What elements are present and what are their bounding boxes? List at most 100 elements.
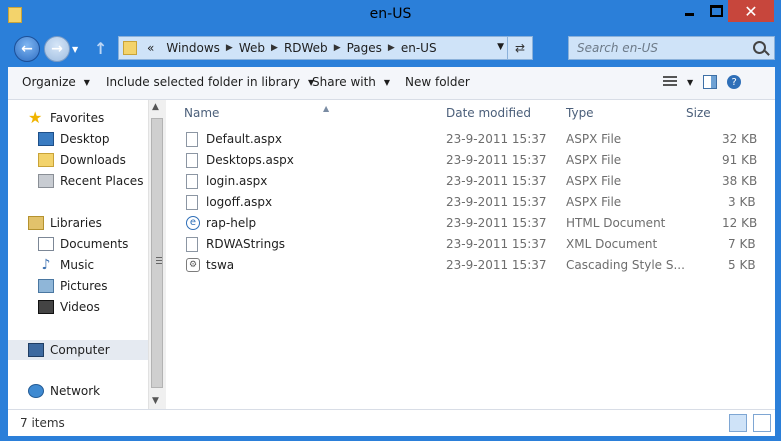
- forward-arrow-icon: →: [51, 41, 63, 57]
- file-name: tswa: [206, 258, 235, 272]
- close-button[interactable]: ✕: [728, 0, 774, 22]
- sidebar-item-label: Libraries: [50, 216, 102, 230]
- table-row[interactable]: ⚙ tswa 23-9-2011 15:37 Cascading Style S…: [182, 255, 772, 276]
- sidebar-item-pictures[interactable]: Pictures: [38, 276, 108, 296]
- preview-pane-icon[interactable]: [703, 75, 718, 89]
- sidebar-item-documents[interactable]: Documents: [38, 234, 128, 254]
- maximize-button[interactable]: [703, 0, 729, 22]
- search-icon[interactable]: [753, 41, 766, 54]
- sidebar-item-recent-places[interactable]: Recent Places: [38, 171, 143, 191]
- sidebar-item-network[interactable]: Network: [28, 381, 100, 401]
- breadcrumb-item[interactable]: Pages: [341, 41, 388, 55]
- refresh-icon: ⇄: [514, 41, 526, 55]
- videos-icon: [38, 300, 54, 314]
- scroll-down-icon[interactable]: ▼: [152, 396, 159, 406]
- sidebar-item-favorites[interactable]: ★ Favorites: [28, 108, 104, 128]
- column-header-size[interactable]: Size: [686, 106, 711, 120]
- change-view-icon[interactable]: [663, 76, 677, 88]
- aspx-file-icon: [186, 195, 198, 210]
- item-count: 7 items: [20, 416, 65, 430]
- explorer-window: en-US ✕ ← → ▼ ↑ « Windows ▶ Web ▶ RDWeb …: [0, 0, 781, 441]
- file-size: 91 KB: [722, 153, 758, 167]
- include-label: Include selected folder in library: [106, 75, 300, 89]
- new-folder-label: New folder: [405, 75, 470, 89]
- address-dropdown-icon[interactable]: ▼: [497, 42, 504, 52]
- breadcrumb-item[interactable]: RDWeb: [278, 41, 334, 55]
- music-icon: ♪: [41, 257, 51, 273]
- sidebar-item-label: Pictures: [60, 279, 108, 293]
- computer-icon: [28, 343, 44, 357]
- file-size: 3 KB: [728, 195, 756, 209]
- file-date: 23-9-2011 15:37: [446, 237, 547, 251]
- grip-icon: [156, 257, 162, 265]
- pictures-icon: [38, 279, 54, 293]
- details-view-button[interactable]: [729, 414, 747, 432]
- sidebar-item-label: Downloads: [60, 153, 126, 167]
- table-row[interactable]: Desktops.aspx 23-9-2011 15:37 ASPX File …: [182, 150, 772, 171]
- file-size: 32 KB: [722, 132, 758, 146]
- up-button[interactable]: ↑: [94, 39, 107, 58]
- sidebar-item-desktop[interactable]: Desktop: [38, 129, 110, 149]
- file-date: 23-9-2011 15:37: [446, 195, 547, 209]
- search-input[interactable]: Search en-US: [568, 36, 775, 60]
- chevron-right-icon[interactable]: ▶: [388, 43, 395, 53]
- table-row[interactable]: login.aspx 23-9-2011 15:37 ASPX File 38 …: [182, 171, 772, 192]
- sidebar-item-computer[interactable]: Computer: [28, 340, 110, 360]
- breadcrumb-item[interactable]: Web: [233, 41, 271, 55]
- sort-ascending-icon: ▲: [323, 104, 330, 113]
- file-date: 23-9-2011 15:37: [446, 216, 547, 230]
- libraries-icon: [28, 216, 44, 230]
- include-in-library-button[interactable]: Include selected folder in library ▼: [106, 75, 314, 89]
- table-row[interactable]: logoff.aspx 23-9-2011 15:37 ASPX File 3 …: [182, 192, 772, 213]
- breadcrumb-item[interactable]: Windows: [160, 41, 226, 55]
- breadcrumb: « Windows ▶ Web ▶ RDWeb ▶ Pages ▶ en-US: [141, 41, 443, 55]
- new-folder-button[interactable]: New folder: [405, 75, 470, 89]
- file-size: 12 KB: [722, 216, 758, 230]
- column-header-name[interactable]: ▲ Name: [184, 104, 329, 120]
- large-icons-view-button[interactable]: [753, 414, 771, 432]
- forward-button[interactable]: →: [44, 36, 70, 62]
- chevron-right-icon[interactable]: ▶: [334, 43, 341, 53]
- navigation-scrollbar[interactable]: ▲ ▼: [148, 100, 166, 409]
- downloads-icon: [38, 153, 54, 167]
- sidebar-item-videos[interactable]: Videos: [38, 297, 100, 317]
- column-header-date[interactable]: Date modified: [446, 106, 531, 120]
- organize-button[interactable]: Organize ▼: [22, 75, 90, 89]
- back-button[interactable]: ←: [14, 36, 40, 62]
- address-bar[interactable]: « Windows ▶ Web ▶ RDWeb ▶ Pages ▶ en-US …: [118, 36, 533, 60]
- css-file-icon: ⚙: [186, 258, 200, 272]
- aspx-file-icon: [186, 153, 198, 168]
- content-area: ★ Favorites Desktop Downloads Recent Plac…: [8, 100, 775, 409]
- sidebar-item-label: Recent Places: [60, 174, 144, 188]
- sidebar-item-downloads[interactable]: Downloads: [38, 150, 126, 170]
- breadcrumb-overflow[interactable]: «: [141, 41, 160, 55]
- help-icon[interactable]: ?: [727, 75, 742, 89]
- scrollbar-thumb[interactable]: [151, 118, 163, 388]
- scroll-up-icon[interactable]: ▲: [152, 102, 159, 112]
- file-type: ASPX File: [566, 195, 622, 209]
- chevron-down-icon[interactable]: ▼: [687, 78, 693, 87]
- table-row[interactable]: Default.aspx 23-9-2011 15:37 ASPX File 3…: [182, 129, 772, 150]
- command-bar: Organize ▼ Include selected folder in lib…: [8, 67, 775, 100]
- table-row[interactable]: RDWAStrings 23-9-2011 15:37 XML Document…: [182, 234, 772, 255]
- file-list: ▲ Name Date modified Type Size Default.as…: [166, 100, 775, 409]
- column-header-type[interactable]: Type: [566, 106, 594, 120]
- chevron-right-icon[interactable]: ▶: [226, 43, 233, 53]
- html-document-icon: e: [186, 216, 200, 230]
- refresh-button[interactable]: ⇄: [507, 37, 532, 59]
- view-controls: ▼ ?: [663, 75, 742, 89]
- chevron-right-icon[interactable]: ▶: [271, 43, 278, 53]
- breadcrumb-item[interactable]: en-US: [395, 41, 443, 55]
- share-with-button[interactable]: Share with ▼: [312, 75, 390, 89]
- file-name: logoff.aspx: [206, 195, 273, 209]
- file-name: login.aspx: [206, 174, 268, 188]
- sidebar-item-libraries[interactable]: Libraries: [28, 213, 102, 233]
- sidebar-item-music[interactable]: ♪ Music: [38, 255, 95, 275]
- table-row[interactable]: e rap-help 23-9-2011 15:37 HTML Document…: [182, 213, 772, 234]
- recent-locations-dropdown[interactable]: ▼: [72, 45, 78, 54]
- minimize-button[interactable]: [676, 0, 702, 22]
- desktop-icon: [38, 132, 54, 146]
- title-bar[interactable]: en-US ✕: [0, 0, 781, 32]
- sidebar-item-label: Music: [60, 258, 95, 272]
- sidebar-item-label: Documents: [60, 237, 129, 251]
